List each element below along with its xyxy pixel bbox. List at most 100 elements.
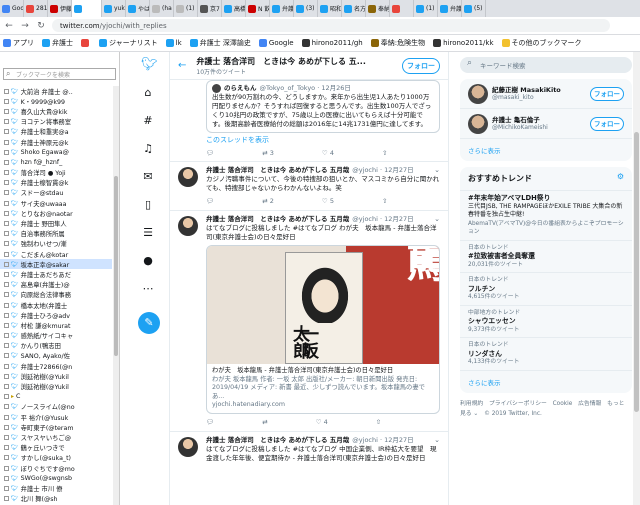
checkbox[interactable] <box>4 88 9 94</box>
checkbox[interactable] <box>4 465 9 471</box>
browser-tab[interactable]: (3) <box>294 0 318 17</box>
bookmark-list-item[interactable]: 🐦︎ Shoko Egawa@ <box>0 147 112 157</box>
bookmark-list-item[interactable]: 🐦︎ 高島章(弁護士)@ <box>0 280 112 290</box>
forward-arrow-icon[interactable]: → <box>20 21 30 31</box>
checkbox[interactable] <box>4 394 9 400</box>
bookmark-search-input[interactable]: ブックマークを検索 <box>3 68 116 80</box>
trend-item[interactable]: 日本のトレンド フルチン 4,615件のツイート <box>460 273 632 306</box>
bookmark-item[interactable] <box>81 39 91 47</box>
show-thread-link[interactable]: このスレッドを表示 <box>170 133 448 145</box>
checkbox[interactable] <box>4 496 9 502</box>
checkbox[interactable] <box>4 404 9 410</box>
bookmark-list-item[interactable]: 🐦︎ 喜久山大貴@kik <box>0 106 112 116</box>
bookmark-list-item[interactable]: 🐦︎ 落合洋司 ● Yoji <box>0 168 112 178</box>
checkbox[interactable] <box>4 271 9 277</box>
bookmark-list-item[interactable]: 🐦︎ 向原総合法律事務 <box>0 290 112 300</box>
checkbox[interactable] <box>4 108 9 114</box>
share-icon[interactable]: ⇧ <box>382 197 387 206</box>
notifications-bell-icon[interactable]: ♫ <box>141 142 155 156</box>
show-more-link[interactable]: さらに表示 <box>460 139 632 161</box>
bookmark-list-item[interactable]: 🐦︎ 弁護士ひろ@adv <box>0 310 112 320</box>
browser-tab[interactable]: 昭和 <box>318 0 342 17</box>
bookmark-list-item[interactable]: 🐦︎ 坂本正幸@sakar <box>0 259 112 270</box>
checkbox[interactable] <box>4 434 9 440</box>
bookmark-folder[interactable]: ▸ C <box>0 392 112 402</box>
checkbox[interactable] <box>4 475 9 481</box>
bookmark-list-item[interactable]: 🐦︎ hzn f@_hznf_ <box>0 157 112 167</box>
checkbox[interactable] <box>4 200 9 206</box>
bookmark-item[interactable]: アプリ <box>3 38 34 48</box>
checkbox[interactable] <box>4 190 9 196</box>
link-card[interactable]: 一坂太郎 龍馬 わが夫 坂本龍馬 - 弁護士落合洋司(東京弁護士会)の日々是好日… <box>206 245 440 414</box>
bookmark-item[interactable]: 弁護士 深澤諭史 <box>189 38 251 48</box>
bookmark-list-item[interactable]: 🐦︎ スヤスヤいちご@ <box>0 432 112 442</box>
bookmark-list-item[interactable]: 🐦︎ とりなお@naotar <box>0 208 112 218</box>
checkbox[interactable] <box>4 231 9 237</box>
bookmark-list-item[interactable]: 🐦︎ 鶴ヶ丘いつきで <box>0 443 112 453</box>
bookmark-list-item[interactable]: 🐦︎ ノースライム(@no <box>0 402 112 412</box>
browser-tab[interactable]: 奉納 <box>366 0 390 17</box>
bookmark-item[interactable]: 奉納:危険生物 <box>370 38 425 48</box>
checkbox[interactable] <box>4 485 9 491</box>
gear-icon[interactable]: ⚙ <box>617 172 624 181</box>
checkbox[interactable] <box>4 261 9 267</box>
bookmark-list-item[interactable]: 🐦︎ SANO, Ayako/佐 <box>0 351 112 361</box>
tweet[interactable]: ⌄ 弁護士 落合洋司 ときは今 あめが下しる 五月哉 @yjochi · 12月… <box>170 161 448 210</box>
checkbox[interactable] <box>4 322 9 328</box>
bookmark-list-item[interactable]: 🐦︎ ぼりぐちです@mo <box>0 463 112 473</box>
bookmark-item[interactable]: 弁護士 <box>42 38 73 48</box>
bookmark-item[interactable]: ジャーナリスト <box>99 38 158 48</box>
browser-tab[interactable]: Goo <box>0 0 24 17</box>
checkbox[interactable] <box>4 251 9 257</box>
browser-tab[interactable] <box>390 0 414 17</box>
sidebar-scroll-thumb[interactable] <box>114 176 118 356</box>
bookmark-list-item[interactable]: 🐦︎ 弁護士72866(@n <box>0 361 112 371</box>
follow-button[interactable]: フォロー <box>402 58 440 74</box>
trend-item[interactable]: 日本のトレンド リンダさん 4,133件のツイート <box>460 338 632 371</box>
bookmark-list-item[interactable]: 🐦︎ 弁護士和重実@a <box>0 127 112 137</box>
bookmark-item[interactable]: その他のブックマーク <box>501 38 582 48</box>
bookmark-item[interactable]: lk <box>165 39 182 47</box>
bookmarks-icon[interactable]: ▯ <box>141 198 155 212</box>
bookmark-list-item[interactable]: 🐦︎ 大前治 弁護士 @.. <box>0 86 112 96</box>
reply-icon[interactable]: 💬︎ <box>206 149 214 157</box>
page-scrollbar[interactable] <box>633 52 640 505</box>
bookmark-list-item[interactable]: 🐦︎ 弁護士あだちあだ <box>0 269 112 279</box>
reply-icon[interactable]: 💬︎ <box>206 418 214 427</box>
profile-icon[interactable]: ● <box>141 254 155 268</box>
trend-item[interactable]: 中部地方のトレンド シャウエッセン 9,373件のツイート <box>460 306 632 338</box>
search-input[interactable]: キーワード検索 <box>460 57 632 73</box>
follow-button[interactable]: フォロー <box>590 87 624 101</box>
checkbox[interactable] <box>4 302 9 308</box>
checkbox[interactable] <box>4 159 9 165</box>
bookmark-item[interactable]: Google <box>258 39 294 47</box>
bookmark-list-item[interactable]: 🐦︎ かんり(鴨志田 <box>0 341 112 351</box>
suggested-user[interactable]: 紀藤正樹 MasakiKito @masaki_kito フォロー <box>460 79 632 109</box>
browser-tab[interactable]: N 飲食 <box>246 0 270 17</box>
checkbox[interactable] <box>4 353 9 359</box>
share-icon[interactable]: ⇧ <box>382 149 387 157</box>
checkbox[interactable] <box>4 180 9 186</box>
chevron-down-icon[interactable]: ⌄ <box>434 166 440 175</box>
bookmark-list-item[interactable]: 🐦︎ 感熱紙/サイコキャ <box>0 331 112 341</box>
chevron-down-icon[interactable]: ⌄ <box>434 436 440 445</box>
compose-tweet-icon[interactable]: ✎ <box>138 312 160 334</box>
share-icon[interactable]: ⇧ <box>376 418 381 427</box>
browser-tab[interactable]: 高橋 <box>222 0 246 17</box>
bookmark-list-item[interactable]: 🐦︎ 弁護士神原元@k <box>0 137 112 147</box>
quoted-tweet[interactable]: のらえもん @Tokyo_of_Tokyo · 12月26日 出生数が90万割れ… <box>206 80 440 133</box>
bookmark-list-item[interactable]: 🐦︎ 北川 舞(@sh <box>0 494 112 504</box>
bookmark-list-item[interactable]: 🐦︎ すかし(@suka_t) <box>0 453 112 463</box>
chevron-down-icon[interactable]: ⌄ <box>434 215 440 224</box>
checkbox[interactable] <box>4 424 9 430</box>
checkbox[interactable] <box>4 210 9 216</box>
retweet-icon[interactable]: ⇄ <box>262 418 267 427</box>
bookmark-list-item[interactable]: 🐦︎ こだまん@kotar <box>0 249 112 259</box>
checkbox[interactable] <box>4 333 9 339</box>
browser-tab[interactable]: 弁護 <box>438 0 462 17</box>
checkbox[interactable] <box>4 373 9 379</box>
footer-links[interactable]: 利用規約 プライバシーポリシー Cookie 広告情報 もっと見る ⌄ © 20… <box>450 393 640 425</box>
bookmark-item[interactable]: hirono2011/kk <box>433 39 494 47</box>
checkbox[interactable] <box>4 129 9 135</box>
explore-hashtag-icon[interactable]: # <box>141 114 155 128</box>
